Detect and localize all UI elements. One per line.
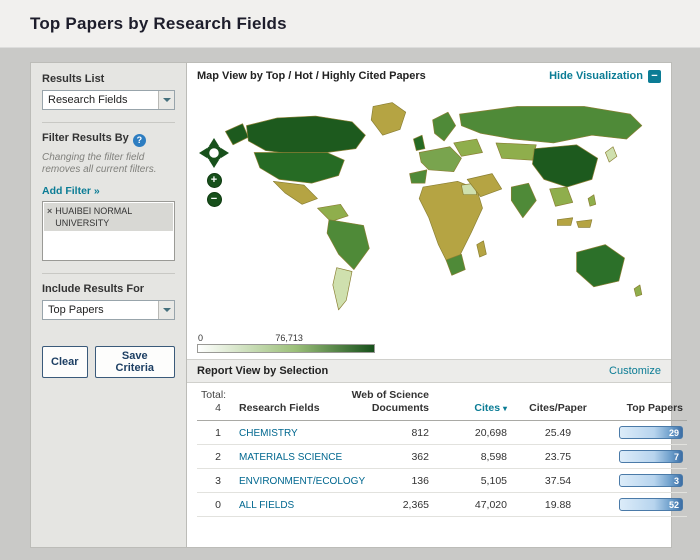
map-area: + − 0 76,713 [187,89,671,359]
docs-value: 2,365 [347,493,437,517]
collapse-icon: − [648,70,661,83]
cites-per-paper-value: 25.49 [515,421,601,445]
cites-per-paper-value: 37.54 [515,469,601,493]
field-link[interactable]: ALL FIELDS [239,500,294,511]
results-list-select[interactable]: Research Fields [42,90,175,110]
filter-results-label: Filter Results By? [42,132,175,147]
filter-note: Changing the filter field removes all cu… [42,152,175,177]
cites-value: 8,598 [437,445,515,469]
total-count: Total: 4 [197,385,235,421]
save-criteria-button[interactable]: Save Criteria [95,346,175,378]
field-link[interactable]: CHEMISTRY [239,428,298,439]
sidebar-buttons: Clear Save Criteria [42,346,175,378]
top-papers-bar: 29 [619,426,683,439]
sort-down-icon: ▾ [503,404,507,413]
zoom-out-button[interactable]: − [207,192,222,207]
cites-value: 47,020 [437,493,515,517]
top-papers-bar: 52 [619,498,683,511]
help-icon[interactable]: ? [133,134,146,147]
row-rank: 3 [197,469,235,493]
results-list-value: Research Fields [43,94,158,106]
report-table-wrap: Total: 4 Research Fields Web of Science … [187,383,671,517]
col-research-fields: Research Fields [235,385,347,421]
hide-visualization-link[interactable]: Hide Visualization − [549,70,661,83]
table-header-row: Total: 4 Research Fields Web of Science … [197,385,687,421]
filter-item[interactable]: × HUAIBEI NORMAL UNIVERSITY [44,203,173,231]
col-cites-per-paper: Cites/Paper [515,385,601,421]
page: Top Papers by Research Fields Results Li… [0,0,700,560]
map-controls: + − [197,137,231,207]
filter-item-label: HUAIBEI NORMAL UNIVERSITY [55,205,170,229]
title-bar: Top Papers by Research Fields [0,0,700,48]
divider [42,273,175,274]
row-rank: 0 [197,493,235,517]
zoom-in-button[interactable]: + [207,173,222,188]
cites-value: 20,698 [437,421,515,445]
col-cites-sort[interactable]: Cites ▾ [437,385,515,421]
col-top-papers: Top Papers [601,385,687,421]
include-results-value: Top Papers [43,304,158,316]
page-title: Top Papers by Research Fields [30,14,287,34]
top-papers-bar: 7 [619,450,683,463]
report-view-bar: Report View by Selection Customize [187,359,671,383]
cites-value: 5,105 [437,469,515,493]
report-view-title: Report View by Selection [197,365,328,377]
docs-value: 812 [347,421,437,445]
legend-max-value: 76,713 [275,333,303,343]
docs-value: 362 [347,445,437,469]
chevron-down-icon [158,301,174,319]
table-row: 3 ENVIRONMENT/ECOLOGY 136 5,105 37.54 3 [197,469,687,493]
row-rank: 1 [197,421,235,445]
report-table: Total: 4 Research Fields Web of Science … [197,385,687,517]
table-row: 2 MATERIALS SCIENCE 362 8,598 23.75 7 [197,445,687,469]
cites-per-paper-value: 23.75 [515,445,601,469]
field-link[interactable]: ENVIRONMENT/ECOLOGY [239,476,365,487]
map-legend: 0 76,713 [197,333,375,353]
cites-per-paper-value: 19.88 [515,493,601,517]
pan-control-icon[interactable] [198,137,230,169]
legend-min-value: 0 [198,333,203,343]
clear-button[interactable]: Clear [42,346,88,378]
results-list-label: Results List [42,73,175,85]
table-row: 0 ALL FIELDS 2,365 47,020 19.88 52 [197,493,687,517]
field-link[interactable]: MATERIALS SCIENCE [239,452,342,463]
add-filter-link[interactable]: Add Filter » [42,185,100,197]
legend-gradient-bar [197,344,375,353]
remove-filter-icon[interactable]: × [47,205,52,229]
map-view-title: Map View by Top / Hot / Highly Cited Pap… [197,70,426,82]
divider [42,122,175,123]
table-row: 1 CHEMISTRY 812 20,698 25.49 29 [197,421,687,445]
main-panel: Map View by Top / Hot / Highly Cited Pap… [187,62,672,548]
row-rank: 2 [197,445,235,469]
world-map[interactable] [213,93,658,331]
customize-link[interactable]: Customize [609,365,661,377]
filter-list[interactable]: × HUAIBEI NORMAL UNIVERSITY [42,201,175,261]
chevron-down-icon [158,91,174,109]
include-results-label: Include Results For [42,283,175,295]
map-header: Map View by Top / Hot / Highly Cited Pap… [187,63,671,89]
top-papers-bar: 3 [619,474,683,487]
include-results-select[interactable]: Top Papers [42,300,175,320]
col-wos-documents: Web of Science Documents [347,385,437,421]
sidebar: Results List Research Fields Filter Resu… [30,62,187,548]
